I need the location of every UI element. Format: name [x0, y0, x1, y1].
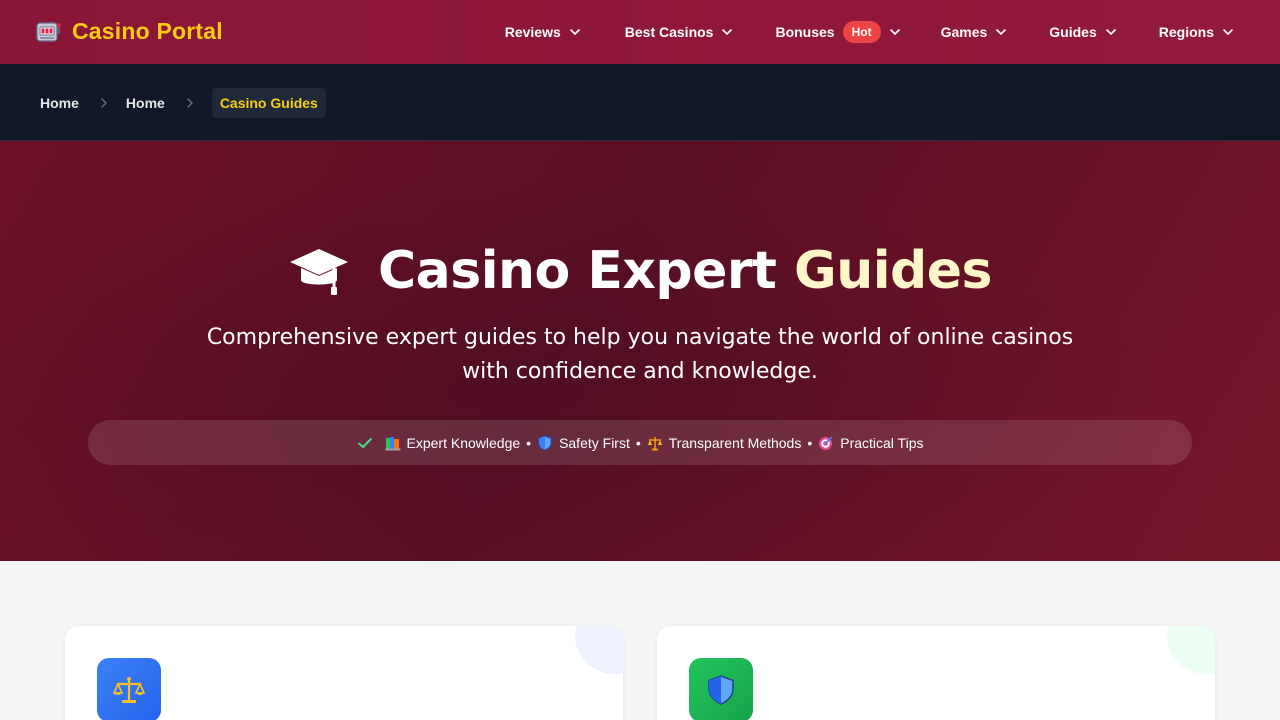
nav-item-reviews[interactable]: Reviews [505, 24, 581, 40]
nav-item-best-casinos[interactable]: Best Casinos [625, 24, 734, 40]
nav-item-label: Bonuses [775, 24, 835, 40]
feature-transparent-methods: Transparent Methods [647, 434, 802, 451]
nav-item-label: Best Casinos [624, 24, 714, 40]
feature-label: Transparent Methods [668, 434, 802, 451]
shield-icon [689, 658, 753, 720]
feature-label: Practical Tips [840, 434, 924, 451]
shield-icon [537, 434, 553, 451]
breadcrumb-home-link[interactable]: Home [126, 95, 165, 111]
feature-expert-knowledge: Expert Knowledge [385, 434, 521, 451]
brand-name: Casino Portal [72, 18, 223, 44]
nav-item-regions[interactable]: Regions [1159, 24, 1234, 40]
nav-item-games[interactable]: Games [941, 24, 1008, 40]
nav-item-bonuses[interactable]: Bonuses Hot [775, 21, 900, 43]
nav-item-label: Guides [1049, 24, 1097, 40]
feature-safety-first: Safety First [537, 435, 630, 451]
feature-pill-bar: Expert Knowledge • Safety First • Transp… [88, 420, 1192, 465]
guide-card[interactable] [657, 626, 1215, 720]
chevron-down-icon [1105, 29, 1116, 35]
guides-section [0, 561, 1280, 720]
chevron-down-icon [569, 29, 580, 35]
breadcrumb-home-link[interactable]: Home [40, 95, 79, 111]
nav-item-label: Reviews [504, 24, 561, 40]
scales-icon [647, 435, 663, 451]
check-icon [357, 437, 372, 448]
slot-machine-icon [36, 19, 62, 45]
hot-badge: Hot [842, 21, 881, 43]
chevron-right-icon [187, 98, 193, 108]
breadcrumb-bar: Home Home Casino Guides [0, 64, 1280, 141]
nav-item-label: Regions [1158, 24, 1214, 40]
card-decoration [575, 626, 623, 674]
separator-dot: • [635, 434, 641, 451]
guide-card[interactable] [65, 626, 623, 720]
chevron-down-icon [722, 29, 733, 35]
hero-section: Casino Expert Guides Comprehensive exper… [0, 141, 1280, 561]
hero-heading-highlight: Guides [794, 241, 992, 301]
target-icon [818, 435, 834, 451]
feature-label: Safety First [559, 434, 630, 451]
hero-heading: Casino Expert Guides [377, 241, 993, 301]
brand-logo-link[interactable]: Casino Portal [36, 18, 223, 45]
chevron-right-icon [101, 98, 107, 108]
separator-dot: • [526, 434, 532, 451]
top-navbar: Casino Portal Reviews Best Casinos Bonus… [0, 0, 1280, 64]
chevron-down-icon [996, 29, 1007, 35]
feature-practical-tips: Practical Tips [818, 435, 923, 451]
feature-label: Expert Knowledge [406, 434, 521, 451]
chevron-down-icon [1223, 29, 1233, 35]
main-menu: Reviews Best Casinos Bonuses Hot Games G… [505, 0, 1280, 64]
hero-subtitle: Comprehensive expert guides to help you … [206, 325, 1074, 384]
card-decoration [1167, 626, 1215, 674]
nav-item-label: Games [940, 24, 988, 40]
breadcrumb-current: Casino Guides [211, 88, 326, 118]
breadcrumb: Home Home Casino Guides [40, 88, 326, 118]
scales-icon [97, 658, 161, 720]
separator-dot: • [807, 434, 813, 451]
books-icon [385, 435, 401, 451]
page-title: Casino Expert Guides [0, 241, 1280, 301]
chevron-down-icon [889, 29, 900, 35]
graduation-cap-icon [289, 249, 348, 295]
nav-item-guides[interactable]: Guides [1049, 24, 1116, 40]
hero-heading-main: Casino Expert [377, 241, 777, 301]
